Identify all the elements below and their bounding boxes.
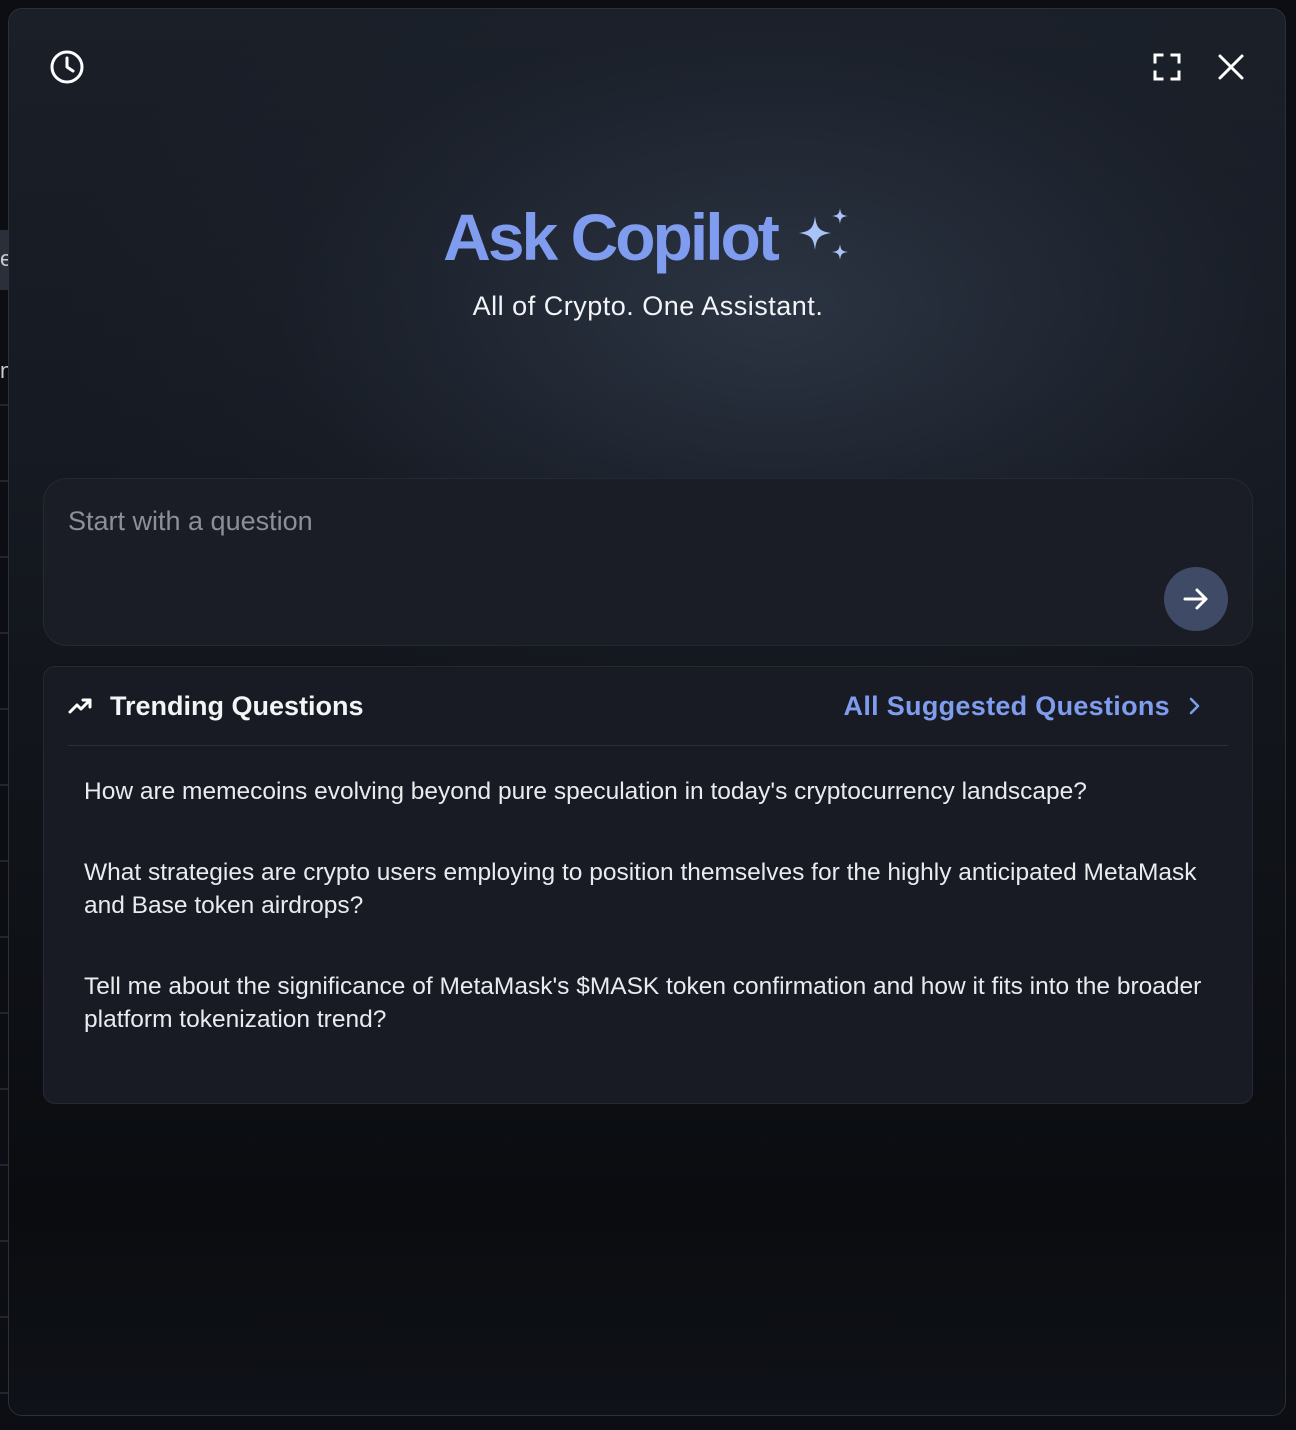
chevron-right-icon bbox=[1189, 697, 1200, 715]
close-button[interactable] bbox=[1209, 45, 1253, 89]
fullscreen-icon bbox=[1153, 53, 1181, 81]
trending-questions-panel: Trending Questions All Suggested Questio… bbox=[43, 666, 1253, 1104]
trending-title: Trending Questions bbox=[110, 690, 364, 721]
hero-title-row: Ask Copilot bbox=[9, 197, 1285, 277]
trending-question-item[interactable]: Tell me about the significance of MetaMa… bbox=[84, 970, 1214, 1036]
trending-question-item[interactable]: What strategies are crypto users employi… bbox=[84, 856, 1214, 922]
trending-question-item[interactable]: How are memecoins evolving beyond pure s… bbox=[84, 775, 1214, 808]
trending-header: Trending Questions All Suggested Questio… bbox=[68, 667, 1228, 746]
copilot-modal: Ask Copilot All of Crypto. One Assistant… bbox=[8, 8, 1286, 1416]
send-button[interactable] bbox=[1164, 567, 1228, 631]
question-input[interactable] bbox=[68, 501, 1148, 541]
history-button[interactable] bbox=[45, 45, 89, 89]
fullscreen-button[interactable] bbox=[1145, 45, 1189, 89]
all-suggested-questions-label: All Suggested Questions bbox=[843, 690, 1170, 721]
arrow-right-icon bbox=[1183, 588, 1208, 610]
all-suggested-questions-link[interactable]: All Suggested Questions bbox=[844, 691, 1202, 722]
close-icon bbox=[1218, 54, 1244, 80]
question-composer bbox=[43, 478, 1253, 646]
page-title: Ask Copilot bbox=[443, 200, 780, 274]
hero-subtitle: All of Crypto. One Assistant. bbox=[472, 291, 824, 321]
sparkles-icon bbox=[798, 208, 848, 260]
trending-up-icon bbox=[68, 698, 92, 714]
hero: Ask Copilot All of Crypto. One Assistant… bbox=[9, 197, 1285, 322]
clock-icon bbox=[50, 50, 84, 84]
trending-question-list: How are memecoins evolving beyond pure s… bbox=[84, 775, 1214, 1084]
